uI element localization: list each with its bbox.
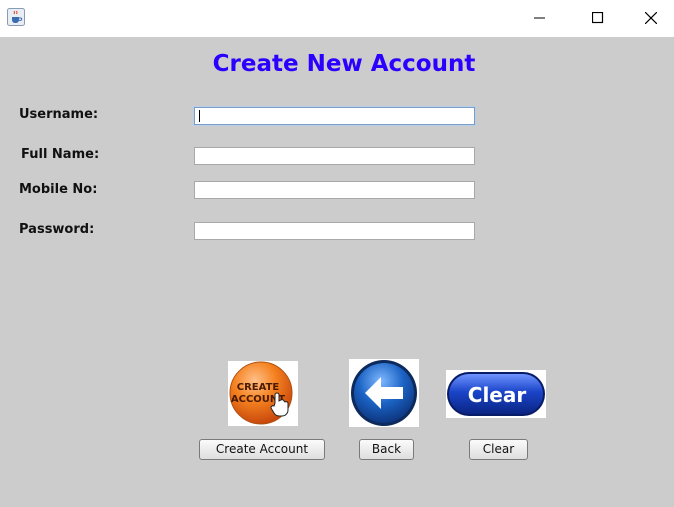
create-text: CREATE — [237, 382, 280, 393]
username-label: Username: — [19, 107, 99, 122]
mobile-no-label: Mobile No: — [19, 182, 98, 197]
full-name-label: Full Name: — [21, 147, 100, 162]
mobile-no-field[interactable] — [194, 181, 475, 199]
clear-image-button[interactable]: Clear — [446, 370, 546, 418]
full-name-field[interactable] — [194, 147, 475, 165]
java-cup-icon — [7, 8, 25, 26]
back-button[interactable]: Back — [359, 439, 414, 460]
minimize-button[interactable] — [512, 0, 570, 37]
minimize-icon — [534, 17, 545, 19]
maximize-button[interactable] — [570, 0, 628, 37]
clear-button[interactable]: Clear — [469, 439, 528, 460]
text-caret — [199, 110, 200, 122]
form-panel: Create New Account Username: Full Name: … — [0, 37, 674, 507]
password-label: Password: — [19, 222, 95, 237]
username-field[interactable] — [194, 107, 475, 125]
maximize-icon — [592, 12, 604, 24]
create-account-image-button[interactable]: CREATE ACCOUNT — [228, 361, 298, 426]
close-button[interactable] — [628, 0, 674, 37]
clear-image-text: Clear — [468, 383, 527, 407]
title-bar — [0, 0, 674, 37]
page-title: Create New Account — [212, 51, 476, 77]
create-account-button[interactable]: Create Account — [199, 439, 325, 460]
password-field[interactable] — [194, 222, 475, 240]
back-image-button[interactable] — [349, 359, 419, 427]
close-icon — [645, 12, 657, 24]
